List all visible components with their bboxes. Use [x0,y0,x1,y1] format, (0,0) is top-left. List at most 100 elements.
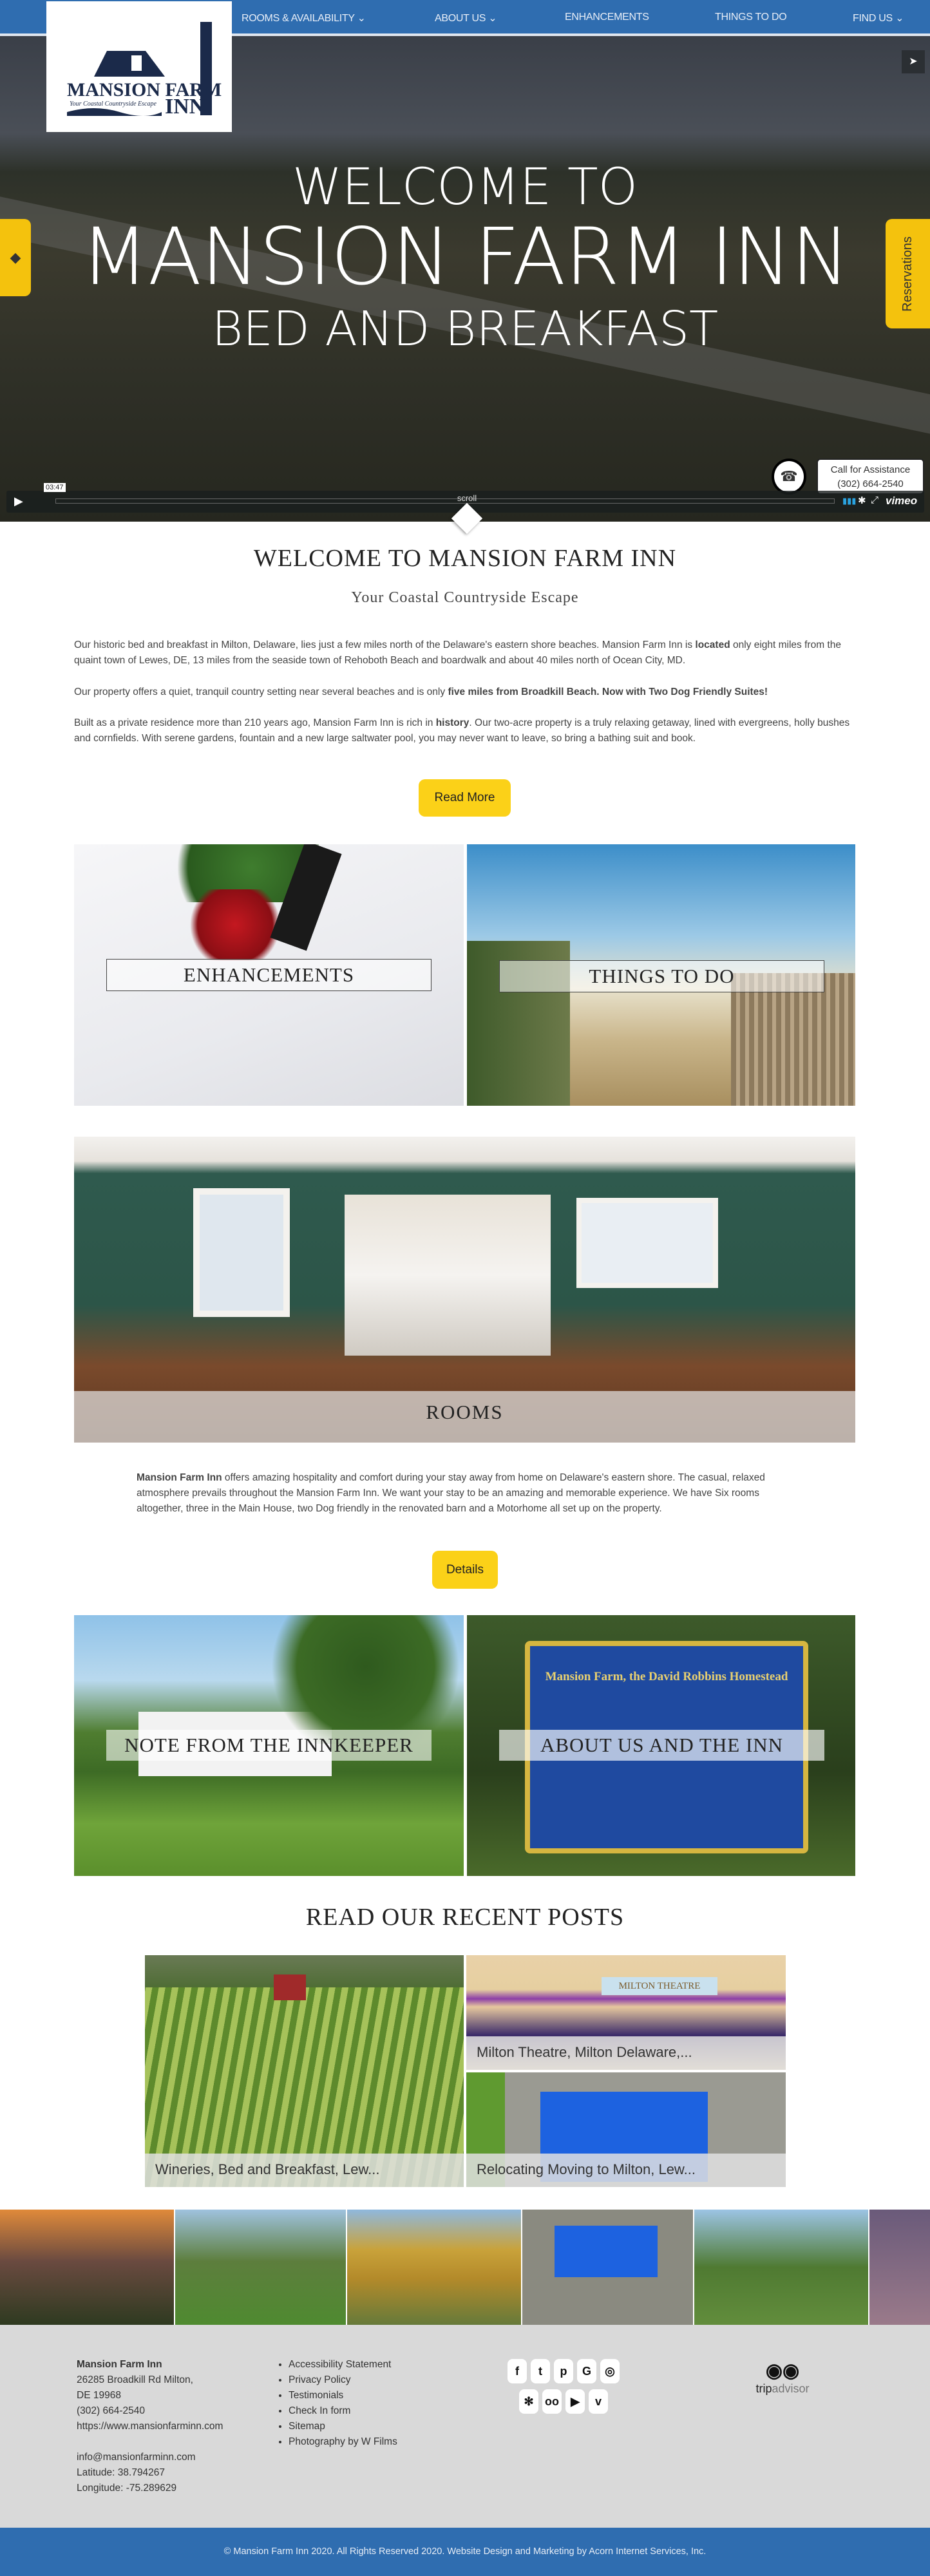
gallery-photo[interactable] [522,2210,693,2325]
phone-icon[interactable]: ☎ [772,459,806,495]
tripadvisor-logo[interactable]: ◉◉ tripadvisor [754,2360,811,2396]
tripadvisor-icon[interactable]: oo [542,2389,562,2414]
google-icon[interactable]: G [577,2359,596,2383]
social-row-1: f t p G ◎ [508,2359,623,2383]
welcome-subtitle: Your Coastal Countryside Escape [351,589,579,606]
settings-icon[interactable]: ✱ [858,495,866,506]
post-card[interactable]: Wineries, Bed and Breakfast, Lew... [145,1955,464,2187]
scroll-label: scroll [457,493,477,503]
hero-line-2: MANSION FARM INN [81,211,849,303]
youtube-icon[interactable]: ▶ [565,2389,585,2414]
nav-label: ABOUT US [435,13,486,24]
tile-enhancements[interactable]: ENHANCEMENTS [74,844,464,1106]
gallery-photo[interactable] [175,2210,346,2325]
footer-link[interactable]: Photography by W Films [289,2434,397,2450]
welcome-paragraph-3: Built as a private residence more than 2… [74,717,850,744]
rooms-paragraph: Mansion Farm Inn offers amazing hospital… [137,1472,765,1514]
footer-link[interactable]: Sitemap [289,2419,397,2434]
reservations-label: Reservations [900,236,915,312]
footer-contact: Mansion Farm Inn 26285 Broadkill Rd Milt… [77,2357,223,2496]
footer-phone[interactable]: (302) 664-2540 [77,2403,223,2419]
chevron-down-icon: ⌄ [895,13,904,24]
post-title[interactable]: Relocating Moving to Milton, Lew... [466,2154,786,2187]
gallery-photo[interactable] [347,2210,521,2325]
post-title[interactable]: Milton Theatre, Milton Delaware,... [466,2036,786,2070]
welcome-paragraph-2: Our property offers a quiet, tranquil co… [74,687,768,697]
footer-email[interactable]: info@mansionfarminn.com [77,2450,223,2465]
tile-label: NOTE FROM THE INNKEEPER [106,1730,432,1761]
nav-find-us[interactable]: FIND US ⌄ [853,12,904,24]
read-more-button[interactable]: Read More [419,779,511,817]
copyright-bar: © Mansion Farm Inn 2020. All Rights Rese… [0,2528,930,2576]
play-icon[interactable]: ▶ [14,495,23,508]
left-side-tab[interactable]: ◆ [0,219,31,296]
reservations-tab[interactable]: Reservations [886,219,930,328]
tile-label: ENHANCEMENTS [106,959,432,991]
nav-label: ROOMS & AVAILABILITY [242,13,355,24]
hero-line-1: WELCOME TO [292,158,638,216]
pinterest-icon[interactable]: p [554,2359,573,2383]
instagram-icon[interactable]: ◎ [600,2359,620,2383]
fullscreen-icon[interactable]: ⤢ [871,495,878,506]
footer-link[interactable]: Check In form [289,2403,397,2419]
footer: Mansion Farm Inn 26285 Broadkill Rd Milt… [0,2325,930,2528]
send-icon[interactable]: ➤ [902,50,925,73]
video-progress[interactable] [55,498,835,504]
post-card[interactable]: Relocating Moving to Milton, Lew... [466,2072,786,2187]
footer-longitude: Longitude: -75.289629 [77,2483,177,2494]
social-row-2: ✻ oo ▶ v [519,2389,612,2414]
video-time: 03:47 [44,483,66,492]
nav-enhancements[interactable]: ENHANCEMENTS [565,12,649,23]
svg-text:INN: INN [165,95,205,118]
call-phone: (302) 664-2540 [837,478,904,489]
chevron-down-icon: ⌄ [357,13,366,24]
tripadvisor-text-a: trip [755,2382,772,2395]
sign-text: Mansion Farm, the David Robbins Homestea… [545,1670,788,1683]
arrow-left-icon: ◆ [10,249,21,265]
footer-latitude: Latitude: 38.794267 [77,2467,166,2478]
nav-things-to-do[interactable]: THINGS TO DO [715,12,787,23]
gallery-photo[interactable] [869,2210,930,2325]
nav-about-us[interactable]: ABOUT US ⌄ [435,12,497,24]
tile-label: THINGS TO DO [499,960,824,992]
gallery-photo[interactable] [694,2210,868,2325]
footer-url[interactable]: https://www.mansionfarminn.com [77,2419,223,2434]
gallery-photo[interactable] [0,2210,174,2325]
rooms-image[interactable]: ROOMS [74,1137,855,1443]
footer-name: Mansion Farm Inn [77,2359,162,2370]
welcome-title: WELCOME TO MANSION FARM INN [253,545,677,572]
footer-link[interactable]: Privacy Policy [289,2372,397,2388]
footer-address-1: 26285 Broadkill Rd Milton, [77,2374,193,2385]
logo[interactable]: MANSION FARM INN Your Coastal Countrysid… [46,1,232,132]
theatre-sign: MILTON THEATRE [602,1977,717,1995]
volume-icon[interactable]: ▮▮▮ [842,496,856,506]
svg-text:Your Coastal Countryside Escap: Your Coastal Countryside Escape [70,100,157,108]
twitter-icon[interactable]: t [531,2359,550,2383]
chevron-down-icon: ⌄ [488,13,497,24]
footer-link[interactable]: Testimonials [289,2388,397,2403]
logo-house-icon: MANSION FARM INN Your Coastal Countrysid… [67,21,222,118]
post-card[interactable]: MILTON THEATRE Milton Theatre, Milton De… [466,1955,786,2070]
call-for-assistance[interactable]: Call for Assistance (302) 664-2540 [817,459,924,495]
hero-line-3: BED AND BREAKFAST [211,301,719,357]
details-button[interactable]: Details [432,1551,498,1589]
facebook-icon[interactable]: f [508,2359,527,2383]
owl-icon: ◉◉ [765,2360,800,2382]
nav-rooms-availability[interactable]: ROOMS & AVAILABILITY ⌄ [242,12,366,24]
tripadvisor-text-b: advisor [772,2382,810,2395]
footer-address-2: DE 19968 [77,2390,121,2401]
welcome-paragraph-1: Our historic bed and breakfast in Milton… [74,639,841,666]
yelp-icon[interactable]: ✻ [519,2389,538,2414]
vimeo-icon[interactable]: v [589,2389,608,2414]
tile-things-to-do[interactable]: THINGS TO DO [467,844,855,1106]
rooms-label: ROOMS [426,1401,504,1423]
tile-about-us[interactable]: Mansion Farm, the David Robbins Homestea… [467,1615,855,1876]
tile-note-from-innkeeper[interactable]: NOTE FROM THE INNKEEPER [74,1615,464,1876]
footer-links: Accessibility Statement Privacy Policy T… [289,2357,397,2450]
tile-label: ABOUT US AND THE INN [499,1730,824,1761]
post-title[interactable]: Wineries, Bed and Breakfast, Lew... [145,2154,464,2187]
footer-link[interactable]: Accessibility Statement [289,2357,397,2372]
nav-label: FIND US [853,13,893,24]
recent-posts-title: READ OUR RECENT POSTS [305,1904,625,1931]
vimeo-logo[interactable]: vimeo [886,495,917,507]
